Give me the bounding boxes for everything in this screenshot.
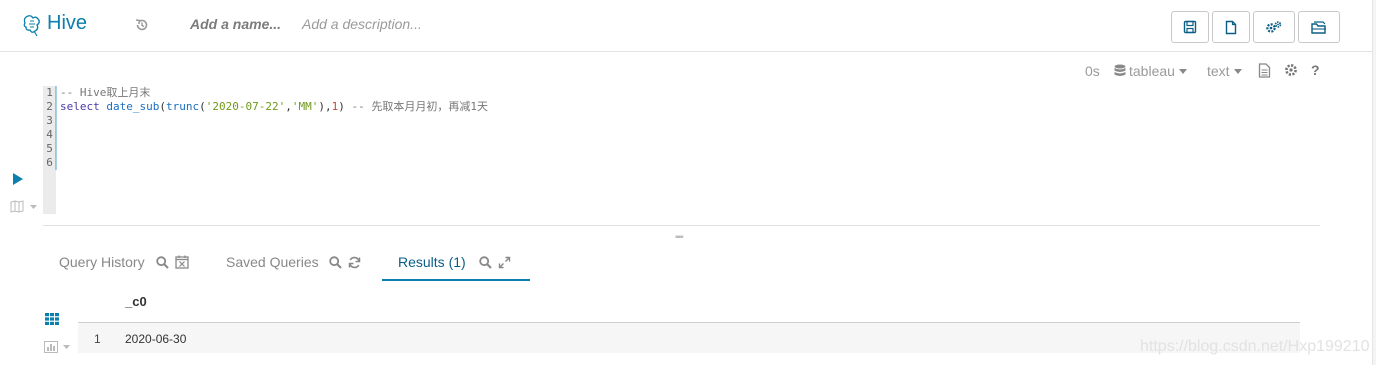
database-icon (1114, 64, 1126, 76)
app-title[interactable]: Hive (47, 12, 87, 35)
search-icon[interactable] (156, 256, 169, 269)
refresh-icon[interactable] (348, 256, 361, 269)
chevron-down-icon (1178, 68, 1187, 74)
execution-timer: 0s (1085, 63, 1100, 79)
sql-keyword: select (60, 100, 100, 113)
code-line-1[interactable]: -- Hive取上月末 (60, 86, 150, 100)
query-description-field[interactable]: Add a description... (302, 16, 422, 32)
scrollbar[interactable] (1372, 0, 1376, 365)
code-line-2[interactable]: select date_sub(trunc('2020-07-22','MM')… (60, 100, 488, 114)
search-icon[interactable] (329, 256, 342, 269)
chevron-down-icon (1233, 68, 1242, 74)
document-icon[interactable] (1258, 63, 1271, 78)
expand-icon[interactable] (498, 256, 511, 269)
editor-divider (43, 225, 1320, 226)
column-header[interactable]: _c0 (125, 294, 147, 309)
watermark: https://blog.csdn.net/Hxp199210 (1140, 338, 1370, 355)
sql-punct: ) (338, 100, 345, 113)
sql-function: trunc (165, 100, 200, 113)
query-name-field[interactable]: Add a name... (190, 16, 281, 32)
chart-view-toggle[interactable] (44, 340, 72, 358)
help-icon[interactable]: ? (1311, 62, 1320, 78)
map-icon (10, 200, 37, 213)
top-bar: Hive Add a name... Add a description... (0, 0, 1376, 52)
sql-string: '2020-07-22' (205, 100, 286, 113)
active-tab-indicator (382, 279, 530, 281)
bar-chart-icon (44, 341, 70, 353)
play-icon[interactable] (13, 173, 24, 185)
sql-punct: ( (199, 100, 206, 113)
database-selector[interactable]: tableau (1114, 62, 1187, 80)
query-builder-toggle[interactable] (10, 200, 38, 218)
grid-view-icon[interactable] (45, 313, 59, 325)
editor-active-marker (55, 86, 57, 170)
calendar-clear-icon[interactable] (175, 255, 189, 269)
sql-function: date_sub (106, 100, 160, 113)
format-mode-label: text (1207, 63, 1230, 79)
search-icon[interactable] (479, 256, 492, 269)
sql-punct: ( (159, 100, 166, 113)
format-mode-selector[interactable]: text (1207, 62, 1242, 80)
settings-button[interactable] (1253, 11, 1295, 43)
hive-logo-icon (23, 15, 40, 37)
sql-punct: ), (318, 100, 332, 113)
gear-icon[interactable] (1284, 63, 1298, 77)
table-row (78, 323, 1300, 353)
sql-string: 'MM' (291, 100, 319, 113)
tab-query-history[interactable]: Query History (59, 254, 145, 270)
save-button[interactable] (1171, 11, 1209, 43)
tab-results[interactable]: Results (1) (398, 254, 466, 270)
database-name: tableau (1129, 63, 1175, 79)
new-query-button[interactable] (1212, 11, 1250, 43)
history-icon[interactable] (134, 17, 150, 33)
table-cell[interactable]: 2020-06-30 (125, 332, 186, 346)
row-number: 1 (94, 332, 101, 346)
new-document-icon (1225, 20, 1237, 34)
sql-punct: , (285, 100, 292, 113)
resize-handle[interactable]: ▪▪▪ (675, 232, 684, 243)
open-folder-icon (1311, 20, 1326, 34)
sql-comment: -- 先取本月月初，再减1天 (351, 100, 488, 113)
tab-saved-queries[interactable]: Saved Queries (226, 254, 319, 270)
save-icon (1183, 20, 1197, 34)
settings-cogs-icon (1266, 21, 1282, 33)
open-queries-button[interactable] (1298, 11, 1340, 43)
